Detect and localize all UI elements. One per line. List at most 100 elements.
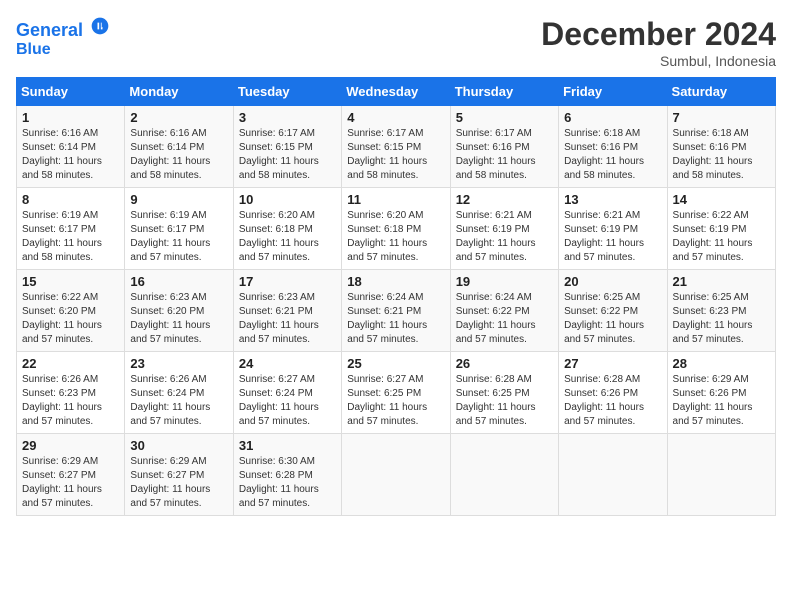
calendar-day-5: 5 Sunrise: 6:17 AMSunset: 6:16 PMDaylight… [450,106,558,188]
day-info: Sunrise: 6:27 AMSunset: 6:25 PMDaylight:… [347,373,444,429]
day-info: Sunrise: 6:17 AMSunset: 6:15 PMDaylight:… [239,127,336,183]
day-number: 3 [239,110,336,125]
calendar-day-21: 21Sunrise: 6:25 AMSunset: 6:23 PMDayligh… [667,270,775,352]
day-info: Sunrise: 6:28 AMSunset: 6:25 PMDaylight:… [456,373,553,429]
calendar-day-17: 17 Sunrise: 6:23 AMSunset: 6:21 PMDayligh… [233,270,341,352]
calendar-header-row: SundayMondayTuesdayWednesdayThursdayFrid… [17,78,776,106]
day-number: 26 [456,356,553,371]
calendar-day-16: 16 Sunrise: 6:23 AMSunset: 6:20 PMDayligh… [125,270,233,352]
day-number: 7 [673,110,770,125]
calendar-day-11: 11Sunrise: 6:20 AMSunset: 6:18 PMDayligh… [342,188,450,270]
header-friday: Friday [559,78,667,106]
day-info: Sunrise: 6:23 AMSunset: 6:21 PMDaylight:… [239,291,336,347]
day-number: 31 [239,438,336,453]
calendar-day-25: 25Sunrise: 6:27 AMSunset: 6:25 PMDayligh… [342,352,450,434]
day-number: 29 [22,438,119,453]
calendar-week-row: 8 Sunrise: 6:19 AMSunset: 6:17 PMDaylight… [17,188,776,270]
day-number: 6 [564,110,661,125]
header-thursday: Thursday [450,78,558,106]
calendar-day-31: 31 Sunrise: 6:30 AMSunset: 6:28 PMDayligh… [233,434,341,516]
day-info: Sunrise: 6:18 AMSunset: 6:16 PMDaylight:… [673,127,770,183]
day-info: Sunrise: 6:20 AMSunset: 6:18 PMDaylight:… [239,209,336,265]
calendar-day-3: 3 Sunrise: 6:17 AMSunset: 6:15 PMDaylight… [233,106,341,188]
calendar-week-row: 15 Sunrise: 6:22 AMSunset: 6:20 PMDayligh… [17,270,776,352]
day-number: 19 [456,274,553,289]
title-area: December 2024 Sumbul, Indonesia [541,16,776,69]
day-number: 5 [456,110,553,125]
day-number: 28 [673,356,770,371]
logo-icon [90,16,110,36]
header-wednesday: Wednesday [342,78,450,106]
day-number: 17 [239,274,336,289]
header-tuesday: Tuesday [233,78,341,106]
location-subtitle: Sumbul, Indonesia [541,53,776,69]
day-info: Sunrise: 6:22 AMSunset: 6:19 PMDaylight:… [673,209,770,265]
day-number: 13 [564,192,661,207]
day-info: Sunrise: 6:29 AMSunset: 6:27 PMDaylight:… [22,455,119,511]
day-info: Sunrise: 6:24 AMSunset: 6:21 PMDaylight:… [347,291,444,347]
calendar-day-12: 12Sunrise: 6:21 AMSunset: 6:19 PMDayligh… [450,188,558,270]
month-title: December 2024 [541,16,776,53]
day-number: 18 [347,274,444,289]
calendar-day-9: 9 Sunrise: 6:19 AMSunset: 6:17 PMDaylight… [125,188,233,270]
calendar-day-27: 27Sunrise: 6:28 AMSunset: 6:26 PMDayligh… [559,352,667,434]
calendar-table: SundayMondayTuesdayWednesdayThursdayFrid… [16,77,776,516]
calendar-day-15: 15 Sunrise: 6:22 AMSunset: 6:20 PMDayligh… [17,270,125,352]
day-info: Sunrise: 6:16 AMSunset: 6:14 PMDaylight:… [22,127,119,183]
calendar-day-22: 22 Sunrise: 6:26 AMSunset: 6:23 PMDayligh… [17,352,125,434]
day-number: 8 [22,192,119,207]
calendar-week-row: 1 Sunrise: 6:16 AMSunset: 6:14 PMDaylight… [17,106,776,188]
calendar-week-row: 22 Sunrise: 6:26 AMSunset: 6:23 PMDayligh… [17,352,776,434]
calendar-day-20: 20Sunrise: 6:25 AMSunset: 6:22 PMDayligh… [559,270,667,352]
day-number: 16 [130,274,227,289]
day-info: Sunrise: 6:22 AMSunset: 6:20 PMDaylight:… [22,291,119,347]
header-sunday: Sunday [17,78,125,106]
calendar-day-18: 18 Sunrise: 6:24 AMSunset: 6:21 PMDayligh… [342,270,450,352]
calendar-day-26: 26 Sunrise: 6:28 AMSunset: 6:25 PMDayligh… [450,352,558,434]
day-number: 1 [22,110,119,125]
calendar-day-6: 6 Sunrise: 6:18 AMSunset: 6:16 PMDaylight… [559,106,667,188]
day-info: Sunrise: 6:29 AMSunset: 6:27 PMDaylight:… [130,455,227,511]
calendar-empty-cell [667,434,775,516]
calendar-week-row: 29 Sunrise: 6:29 AMSunset: 6:27 PMDayligh… [17,434,776,516]
day-info: Sunrise: 6:29 AMSunset: 6:26 PMDaylight:… [673,373,770,429]
calendar-day-23: 23Sunrise: 6:26 AMSunset: 6:24 PMDayligh… [125,352,233,434]
calendar-day-19: 19 Sunrise: 6:24 AMSunset: 6:22 PMDayligh… [450,270,558,352]
calendar-day-24: 24Sunrise: 6:27 AMSunset: 6:24 PMDayligh… [233,352,341,434]
calendar-day-2: 2 Sunrise: 6:16 AMSunset: 6:14 PMDaylight… [125,106,233,188]
day-info: Sunrise: 6:23 AMSunset: 6:20 PMDaylight:… [130,291,227,347]
calendar-empty-cell [559,434,667,516]
calendar-day-4: 4Sunrise: 6:17 AMSunset: 6:15 PMDaylight… [342,106,450,188]
day-number: 12 [456,192,553,207]
day-info: Sunrise: 6:21 AMSunset: 6:19 PMDaylight:… [564,209,661,265]
calendar-day-14: 14 Sunrise: 6:22 AMSunset: 6:19 PMDayligh… [667,188,775,270]
calendar-day-1: 1 Sunrise: 6:16 AMSunset: 6:14 PMDaylight… [17,106,125,188]
day-number: 20 [564,274,661,289]
calendar-day-13: 13 Sunrise: 6:21 AMSunset: 6:19 PMDayligh… [559,188,667,270]
calendar-day-28: 28 Sunrise: 6:29 AMSunset: 6:26 PMDayligh… [667,352,775,434]
calendar-day-10: 10 Sunrise: 6:20 AMSunset: 6:18 PMDayligh… [233,188,341,270]
day-number: 11 [347,192,444,207]
day-number: 4 [347,110,444,125]
calendar-day-29: 29 Sunrise: 6:29 AMSunset: 6:27 PMDayligh… [17,434,125,516]
day-info: Sunrise: 6:19 AMSunset: 6:17 PMDaylight:… [22,209,119,265]
day-number: 27 [564,356,661,371]
day-number: 14 [673,192,770,207]
day-info: Sunrise: 6:19 AMSunset: 6:17 PMDaylight:… [130,209,227,265]
day-info: Sunrise: 6:18 AMSunset: 6:16 PMDaylight:… [564,127,661,183]
day-info: Sunrise: 6:24 AMSunset: 6:22 PMDaylight:… [456,291,553,347]
day-info: Sunrise: 6:25 AMSunset: 6:23 PMDaylight:… [673,291,770,347]
logo-text-blue: Blue [16,41,110,59]
day-number: 10 [239,192,336,207]
calendar-empty-cell [450,434,558,516]
day-number: 9 [130,192,227,207]
day-number: 2 [130,110,227,125]
day-info: Sunrise: 6:17 AMSunset: 6:16 PMDaylight:… [456,127,553,183]
day-info: Sunrise: 6:30 AMSunset: 6:28 PMDaylight:… [239,455,336,511]
day-number: 15 [22,274,119,289]
day-number: 30 [130,438,227,453]
day-info: Sunrise: 6:26 AMSunset: 6:23 PMDaylight:… [22,373,119,429]
header-saturday: Saturday [667,78,775,106]
day-info: Sunrise: 6:16 AMSunset: 6:14 PMDaylight:… [130,127,227,183]
day-number: 22 [22,356,119,371]
